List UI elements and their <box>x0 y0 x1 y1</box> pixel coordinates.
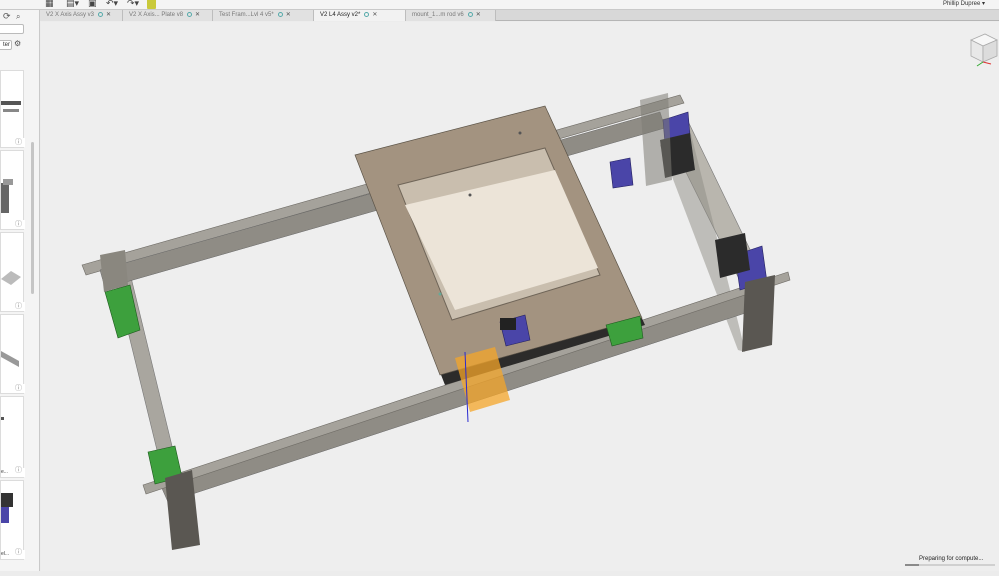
save-icon[interactable]: ▣ <box>88 0 97 9</box>
undo-icon[interactable]: ↶▾ <box>106 0 118 9</box>
mounting-hole <box>468 193 472 197</box>
data-panel: ⟳ ⌕ ter ⚙ ⓘ ⓘ ⓘ ⓘ e... ⓘ el... ⓘ <box>0 10 40 571</box>
model-workspace-icon[interactable] <box>147 0 156 9</box>
tab-mount-rod[interactable]: mount_1...m rod v6 ✕ <box>406 10 496 21</box>
info-icon[interactable]: ⓘ <box>15 301 22 311</box>
status-text: Preparing for compute... <box>919 556 984 562</box>
thumbnail-card[interactable]: ⓘ <box>0 232 25 312</box>
progress-bar <box>905 564 995 566</box>
gear-icon[interactable]: ⚙ <box>14 39 21 48</box>
info-icon[interactable]: ⓘ <box>15 465 22 475</box>
status-dot-icon <box>98 11 104 17</box>
tab-label: V2 X Axis Assy v3 <box>46 12 95 18</box>
document-tabs: V2 X Axis Assy v3 ✕ V2 X Axis... Plate v8… <box>40 10 999 21</box>
info-icon[interactable]: ⓘ <box>15 547 22 557</box>
cnc-assembly-model[interactable] <box>41 22 999 571</box>
search-input[interactable] <box>0 24 24 34</box>
tab-label: Test Fram...Lvl 4 v5* <box>219 12 274 18</box>
filter-button[interactable]: ter <box>0 40 12 50</box>
close-icon[interactable]: ✕ <box>106 10 111 21</box>
viewcube-icon[interactable] <box>967 30 999 70</box>
mounting-hole <box>438 292 442 296</box>
thumbnail-card[interactable]: ⓘ <box>0 314 25 394</box>
thumbnail-card[interactable]: el... ⓘ <box>0 480 25 560</box>
plate-thumbnail <box>1 271 21 285</box>
close-icon[interactable]: ✕ <box>286 10 291 21</box>
tab-label: V2 X Axis... Plate v8 <box>129 12 184 18</box>
rail-thumbnail <box>1 351 19 367</box>
redo-icon[interactable]: ↷▾ <box>127 0 139 9</box>
thumbnail-card[interactable]: ⓘ <box>0 150 25 230</box>
status-dot-icon <box>277 11 283 17</box>
thumbnail-card[interactable]: ⓘ <box>0 70 25 148</box>
close-icon[interactable]: ✕ <box>372 10 377 21</box>
user-menu[interactable]: Phillip Dupree ▾ <box>943 0 985 9</box>
right-top-leg <box>640 93 672 186</box>
tab-l4-assy[interactable]: V2 L4 Assy v2* ✕ <box>314 10 406 21</box>
frame-thumbnail <box>1 179 13 213</box>
thumbnail-card[interactable]: e... ⓘ <box>0 396 25 478</box>
status-dot-icon <box>187 11 193 17</box>
left-top-leg <box>100 250 128 292</box>
status-dot-icon <box>364 11 370 17</box>
stepper-motor <box>500 318 516 330</box>
grid-icon[interactable]: ▦ <box>45 0 54 9</box>
file-icon[interactable]: ▤▾ <box>66 0 79 9</box>
toolbar-row: ▦ ▤▾ ▣ ↶▾ ↷▾ Phillip Dupree ▾ <box>0 0 999 10</box>
top-toolbar: ▦ ▤▾ ▣ ↶▾ ↷▾ Phillip Dupree ▾ <box>0 0 999 10</box>
tab-label: mount_1...m rod v6 <box>412 12 464 18</box>
blank-thumbnail <box>1 417 4 420</box>
status-dot-icon <box>467 11 473 17</box>
scrollbar[interactable] <box>31 142 34 294</box>
gantry-thumbnail <box>1 101 21 112</box>
info-icon[interactable]: ⓘ <box>15 137 22 147</box>
right-bottom-leg <box>742 275 775 352</box>
progress-fill <box>905 564 919 566</box>
model-viewport[interactable] <box>41 22 999 571</box>
info-icon[interactable]: ⓘ <box>15 219 22 229</box>
close-icon[interactable]: ✕ <box>195 10 200 21</box>
tab-test-frame[interactable]: Test Fram...Lvl 4 v5* ✕ <box>213 10 314 21</box>
refresh-icon[interactable]: ⟳ <box>3 12 11 22</box>
mounting-hole <box>518 131 522 135</box>
tab-x-axis-assy[interactable]: V2 X Axis Assy v3 ✕ <box>40 10 123 21</box>
close-icon[interactable]: ✕ <box>476 10 481 21</box>
stepper-motor <box>715 233 750 278</box>
search-icon[interactable]: ⌕ <box>16 12 20 22</box>
tab-x-axis-plate[interactable]: V2 X Axis... Plate v8 ✕ <box>123 10 213 21</box>
floating-motor-mount <box>609 157 634 189</box>
motor-thumbnail <box>1 493 13 523</box>
tab-label: V2 L4 Assy v2* <box>320 12 361 18</box>
info-icon[interactable]: ⓘ <box>15 383 22 393</box>
